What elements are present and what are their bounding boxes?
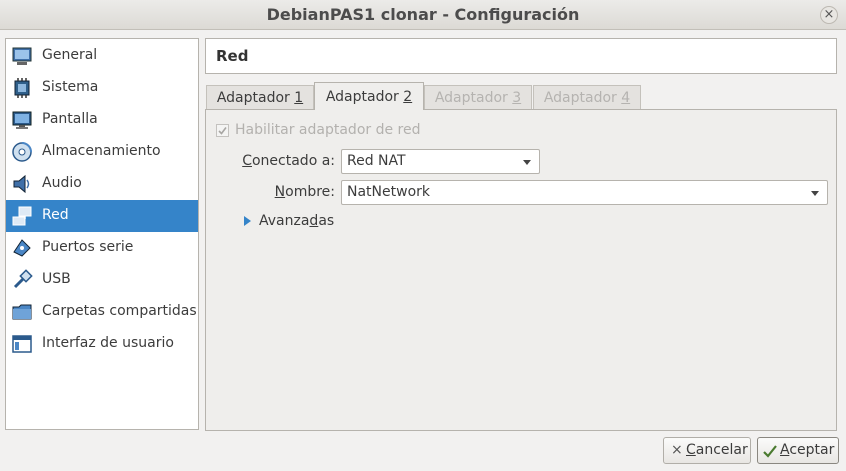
- sidebar-item-label: Red: [42, 207, 69, 223]
- tab-label: Adaptador: [325, 89, 404, 105]
- sidebar-item-label: Carpetas compartidas: [42, 303, 197, 319]
- cancel-label-text: ancelar: [695, 442, 748, 458]
- window-title: DebianPAS1 clonar - Configuración: [266, 5, 580, 24]
- tab-label: Adaptador: [216, 90, 295, 106]
- window-titlebar: DebianPAS1 clonar - Configuración ×: [0, 0, 846, 30]
- cancel-button[interactable]: × Cancelar: [663, 437, 751, 464]
- name-label: Nombre:: [220, 184, 335, 200]
- sidebar-item-label: Interfaz de usuario: [42, 335, 174, 351]
- attached-to-label-text: onectado a:: [251, 153, 335, 169]
- sidebar-item-audio[interactable]: Audio: [6, 168, 198, 200]
- sidebar-item-label: Pantalla: [42, 111, 98, 127]
- disk-icon: [12, 142, 32, 162]
- ui-window-icon: [12, 335, 32, 353]
- attached-to-label: Conectado a:: [220, 153, 335, 169]
- network-name-value: NatNetwork: [347, 184, 430, 200]
- speaker-icon: [13, 174, 30, 194]
- tab-adaptador-2[interactable]: Adaptador 2: [314, 82, 424, 110]
- sidebar-item-carpetas-compartidas[interactable]: Carpetas compartidas: [6, 296, 198, 328]
- general-icon: [12, 47, 32, 65]
- tab-adaptador-1[interactable]: Adaptador 1: [206, 85, 314, 110]
- monitor-icon: [12, 111, 32, 129]
- section-title: Red: [216, 47, 249, 65]
- cancel-mnemonic: C: [686, 442, 696, 458]
- close-button[interactable]: ×: [820, 6, 838, 24]
- tab-mnemonic: 4: [621, 90, 631, 106]
- tab-mnemonic: 2: [403, 89, 413, 105]
- name-mnemonic: N: [274, 184, 286, 200]
- sidebar-item-label: Audio: [42, 175, 82, 191]
- sidebar-item-general[interactable]: General: [6, 40, 198, 72]
- advanced-mnemonic: d: [309, 213, 319, 229]
- name-label-text: ombre:: [285, 184, 335, 200]
- sidebar-item-red[interactable]: Red: [6, 200, 198, 232]
- usb-icon: [13, 269, 33, 289]
- accept-mnemonic: A: [780, 442, 790, 458]
- expand-arrow-icon[interactable]: [244, 216, 251, 226]
- sidebar-item-puertos-serie[interactable]: Puertos serie: [6, 232, 198, 264]
- network-name-select[interactable]: NatNetwork: [341, 180, 828, 205]
- advanced-label-start: Avanza: [259, 213, 310, 229]
- enable-adapter-checkbox[interactable]: [216, 124, 229, 137]
- close-icon: ×: [823, 7, 835, 22]
- folder-icon: [12, 304, 32, 320]
- tab-label: Adaptador: [434, 90, 513, 106]
- sidebar-item-usb[interactable]: USB: [6, 264, 198, 296]
- attached-to-value: Red NAT: [347, 153, 406, 169]
- cancel-icon: ×: [671, 442, 683, 458]
- chevron-down-icon: [523, 160, 531, 165]
- cancel-label: Cancelar: [686, 442, 748, 458]
- attached-to-select[interactable]: Red NAT: [341, 149, 540, 174]
- sidebar-item-label: General: [42, 47, 98, 63]
- tab-mnemonic: 3: [512, 90, 522, 106]
- sidebar-item-label: Sistema: [42, 79, 99, 95]
- sidebar-item-interfaz-de-usuario[interactable]: Interfaz de usuario: [6, 328, 198, 360]
- sidebar-item-sistema[interactable]: Sistema: [6, 72, 198, 104]
- checkmark-icon: [763, 445, 777, 458]
- accept-label: Aceptar: [780, 442, 834, 458]
- attached-to-mnemonic: C: [242, 153, 252, 169]
- sidebar-item-pantalla[interactable]: Pantalla: [6, 104, 198, 136]
- network-icon: [12, 206, 32, 226]
- chip-icon: [14, 78, 30, 98]
- accept-label-text: ceptar: [789, 442, 835, 458]
- section-header: Red: [205, 38, 837, 74]
- sidebar-item-label: Puertos serie: [42, 239, 134, 255]
- accept-button[interactable]: Aceptar: [757, 437, 839, 464]
- tab-mnemonic: 1: [294, 90, 304, 106]
- enable-adapter-label: Habilitar adaptador de red: [235, 122, 421, 138]
- tab-adaptador-3[interactable]: Adaptador 3: [424, 85, 532, 110]
- advanced-label-end: as: [318, 213, 335, 229]
- checkmark-icon: [218, 127, 227, 135]
- sidebar-item-label: USB: [42, 271, 71, 287]
- serial-port-icon: [13, 239, 31, 257]
- advanced-expander[interactable]: Avanzadas: [259, 213, 334, 229]
- sidebar-item-label: Almacenamiento: [42, 143, 161, 159]
- tab-adaptador-4[interactable]: Adaptador 4: [533, 85, 641, 110]
- sidebar-item-almacenamiento[interactable]: Almacenamiento: [6, 136, 198, 168]
- tab-label: Adaptador: [543, 90, 622, 106]
- settings-sidebar: General Sistema Pantalla Almacenamiento: [5, 38, 199, 430]
- chevron-down-icon: [811, 191, 819, 196]
